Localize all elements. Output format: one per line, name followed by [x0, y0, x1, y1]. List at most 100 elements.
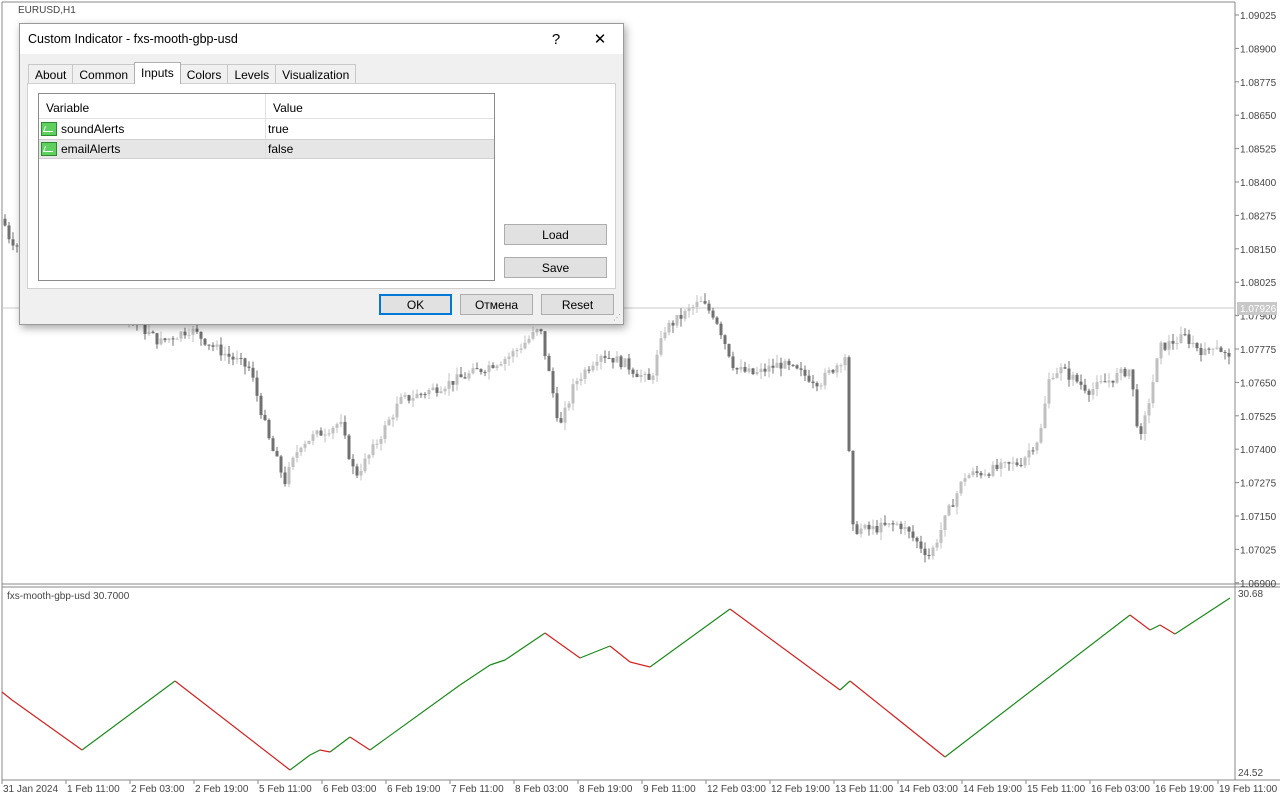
candle-body: [939, 529, 943, 543]
tab-common[interactable]: Common: [72, 64, 136, 84]
candle-body: [639, 374, 643, 378]
candle-body: [1131, 369, 1135, 390]
candle-body: [1211, 348, 1215, 350]
candle-body: [523, 342, 527, 349]
dialog-titlebar[interactable]: Custom Indicator - fxs-mooth-gbp-usd ? ✕: [20, 24, 623, 54]
tab-about[interactable]: About: [28, 64, 74, 84]
candle-body: [983, 474, 987, 476]
candle-body: [235, 358, 239, 360]
candle-body: [703, 301, 707, 304]
candle-body: [1011, 462, 1015, 464]
candle-body: [463, 377, 467, 379]
candle-body: [1203, 348, 1207, 356]
candle-body: [1119, 368, 1123, 374]
candle-body: [151, 331, 155, 334]
candle-body: [491, 365, 495, 369]
candle-body: [179, 331, 183, 339]
candle-body: [859, 528, 863, 534]
time-tick-label: 8 Feb 19:00: [579, 784, 633, 795]
save-button[interactable]: Save: [504, 257, 607, 278]
candle-body: [527, 338, 531, 343]
candle-body: [443, 388, 447, 392]
candle-body: [911, 531, 915, 538]
candle-body: [1043, 403, 1047, 429]
candle-body: [1035, 442, 1039, 451]
resize-grip-icon[interactable]: ⋰: [613, 314, 621, 322]
candle-body: [635, 373, 639, 378]
time-tick-label: 6 Feb 03:00: [323, 784, 377, 795]
candle-body: [895, 523, 899, 525]
candle-body: [727, 344, 731, 357]
candle-body: [223, 353, 227, 356]
candle-body: [515, 349, 519, 352]
load-button[interactable]: Load: [504, 224, 607, 245]
candle-body: [871, 526, 875, 530]
candle-body: [763, 368, 767, 372]
candle-body: [787, 360, 791, 365]
candle-body: [1175, 342, 1179, 344]
candle-body: [487, 365, 491, 373]
candle-body: [627, 358, 631, 370]
candle-body: [451, 380, 455, 385]
time-tick-label: 16 Feb 03:00: [1091, 784, 1150, 795]
ok-button[interactable]: OK: [379, 294, 452, 315]
table-row[interactable]: emailAlerts false: [39, 139, 494, 159]
table-header: Variable Value: [39, 94, 494, 119]
candle-body: [1063, 367, 1067, 369]
candle-body: [1179, 334, 1183, 343]
candle-body: [295, 452, 299, 458]
tab-levels[interactable]: Levels: [227, 64, 277, 84]
candle-body: [455, 374, 459, 385]
variable-value[interactable]: true: [266, 122, 289, 136]
reset-button[interactable]: Reset: [541, 294, 614, 315]
candle-body: [875, 526, 879, 533]
candle-body: [919, 541, 923, 549]
candle-body: [583, 369, 587, 379]
candle-body: [559, 418, 563, 423]
candle-body: [315, 430, 319, 435]
candle-body: [1055, 373, 1059, 378]
candle-body: [471, 368, 475, 374]
tab-colors[interactable]: Colors: [179, 64, 229, 84]
candle-body: [1007, 462, 1011, 464]
time-tick-label: 7 Feb 11:00: [451, 784, 504, 795]
help-button[interactable]: ?: [534, 24, 578, 54]
row-variable-cell: emailAlerts: [39, 140, 266, 158]
candle-body: [211, 345, 215, 347]
candle-body: [1147, 403, 1151, 416]
candle-body: [879, 522, 883, 533]
candle-body: [611, 357, 615, 363]
tab-inputs[interactable]: Inputs: [134, 62, 181, 84]
time-tick-label: 8 Feb 03:00: [515, 784, 569, 795]
candle-body: [551, 371, 555, 394]
table-row[interactable]: soundAlerts true: [39, 119, 494, 139]
candle-body: [1151, 382, 1155, 404]
candle-body: [1107, 380, 1111, 383]
candle-body: [951, 505, 955, 507]
candle-body: [751, 368, 755, 375]
candle-body: [791, 364, 795, 366]
price-tick-label: 1.08025: [1240, 278, 1277, 289]
candle-body: [1215, 347, 1219, 349]
candle-body: [1159, 342, 1163, 359]
candle-body: [783, 360, 787, 369]
time-tick-label: 2 Feb 03:00: [131, 784, 185, 795]
candle-body: [731, 356, 735, 369]
close-button[interactable]: ✕: [578, 24, 622, 54]
candle-body: [739, 367, 743, 370]
tab-visualization[interactable]: Visualization: [275, 64, 357, 84]
candle-body: [215, 344, 219, 347]
candle-body: [851, 450, 855, 525]
candle-body: [1111, 380, 1115, 383]
candle-body: [1207, 348, 1211, 350]
candle-body: [591, 365, 595, 371]
candle-body: [715, 317, 719, 324]
candle-body: [171, 338, 175, 340]
cancel-button[interactable]: Отмена: [460, 294, 533, 315]
variable-value[interactable]: false: [266, 142, 293, 156]
candle-body: [667, 322, 671, 333]
candle-body: [379, 438, 383, 444]
candle-body: [623, 358, 627, 368]
candle-body: [931, 547, 935, 557]
candle-body: [1103, 381, 1107, 383]
